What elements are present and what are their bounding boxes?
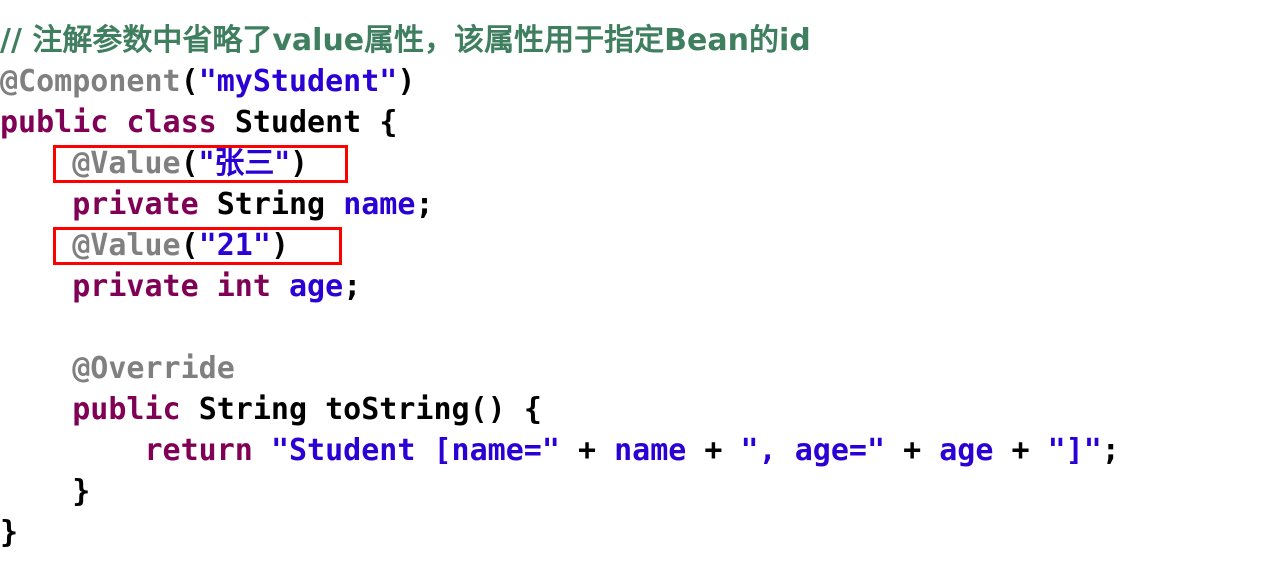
string-literal-middle: ", age=" [740,433,886,468]
value-annotation-name-string: "张三" [198,146,290,181]
code-screenshot: // 注解参数中省略了value属性，该属性用于指定Bean的id @Compo… [0,0,1270,562]
paren-open: ( [180,228,199,263]
semicolon: ; [415,187,434,222]
code-line-12: } [0,471,90,512]
override-annotation: @Override [72,351,235,386]
keyword-class: class [126,105,217,140]
code-line-3: public class Student { [0,102,397,143]
paren-open: ( [180,146,199,181]
brace-close-method: } [72,474,91,509]
paren-close: ) [289,146,309,181]
code-line-8-blank [0,307,18,348]
operator-plus: + [559,433,615,468]
code-line-6: @Value("21") [0,225,289,266]
type-string: String [216,187,326,222]
code-line-4: @Value("张三") [0,143,308,184]
code-line-11: return "Student [name=" + name + ", age=… [0,430,1120,471]
code-line-9: @Override [0,348,235,389]
method-name-tostring: toString() [325,392,506,427]
code-line-10: public String toString() { [0,389,542,430]
field-age: age [289,269,344,304]
ident-name: name [614,433,687,468]
paren-close: ) [270,228,289,263]
semicolon: ; [343,269,362,304]
code-line-13: } [0,512,18,553]
operator-plus: + [993,433,1048,468]
ident-age: age [939,433,994,468]
value-annotation-age-string: "21" [198,228,271,263]
operator-plus: + [686,433,741,468]
keyword-int: int [216,269,271,304]
return-type-string: String [198,392,308,427]
code-line-1: // 注解参数中省略了value属性，该属性用于指定Bean的id [0,20,811,61]
comment-text: // 注解参数中省略了value属性，该属性用于指定Bean的id [0,23,811,58]
class-name-student: Student [234,105,362,140]
value-annotation-age: @Value [72,228,181,263]
semicolon: ; [1101,433,1120,468]
keyword-private: private [72,187,199,222]
value-annotation-name: @Value [72,146,181,181]
string-literal-prefix: "Student [name=" [270,433,560,468]
code-line-5: private String name; [0,184,434,225]
string-literal-suffix: "]" [1047,433,1102,468]
brace-close-class: } [0,515,19,550]
component-annotation: @Component [0,64,181,99]
brace-open: { [523,392,542,427]
paren-open: ( [180,64,199,99]
keyword-public: public [0,105,109,140]
paren-close: ) [397,64,416,99]
component-bean-id-string: "myStudent" [198,64,398,99]
code-line-2: @Component("myStudent") [0,61,415,102]
code-line-7: private int age; [0,266,361,307]
operator-plus: + [885,433,940,468]
brace-open: { [379,105,398,140]
keyword-private: private [72,269,199,304]
field-name: name [343,187,416,222]
keyword-return: return [144,433,253,468]
keyword-public: public [72,392,181,427]
